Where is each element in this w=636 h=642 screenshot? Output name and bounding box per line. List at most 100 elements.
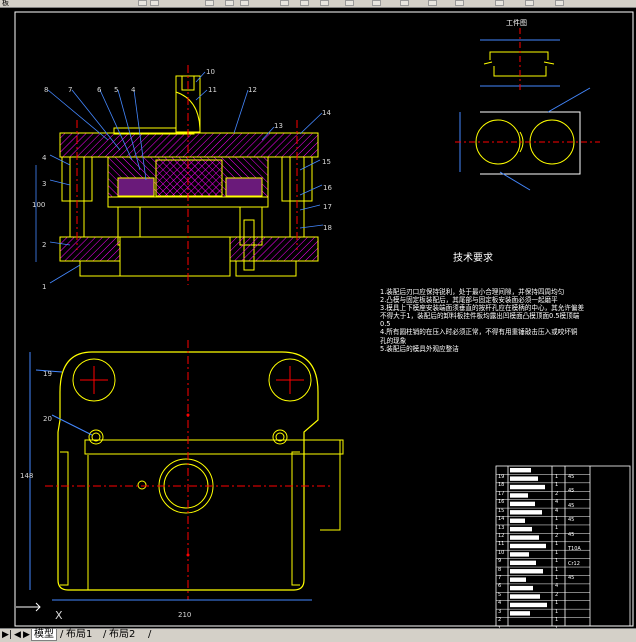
title-block-row-number: 17 (498, 490, 505, 497)
toolbar-button-6[interactable] (280, 0, 289, 6)
drawing-canvas[interactable]: 8 7 6 5 4 10 11 12 13 14 15 16 17 18 4 3… (0, 7, 636, 632)
toolbar-button-9[interactable] (345, 0, 354, 6)
dim-148: 148 (20, 472, 34, 480)
title-block-name-mark (510, 569, 543, 574)
callout-20: 20 (43, 415, 52, 423)
callout-18: 18 (323, 224, 332, 232)
tech-requirements: 技术要求 1.装配后刃口应保持锐利，处于最小合理间隙，并保持四周均匀 2.凸模与… (380, 253, 630, 353)
callout-8: 8 (44, 86, 49, 94)
tech-line-8: 5.装配后的模具外观应整洁 (380, 344, 459, 353)
title-block-name-mark (510, 577, 526, 582)
title-block-qty: 1 (555, 541, 559, 548)
callout-4-top: 4 (131, 86, 136, 94)
ucs-x-label: X (55, 609, 63, 622)
title-block-qty: 1 (555, 600, 559, 607)
toolbar-button-3[interactable] (205, 0, 214, 6)
toolbar-button-2[interactable] (150, 0, 159, 6)
toolbar-button-10[interactable] (372, 0, 381, 6)
tech-line-3: 3.模具上下模座安装端面须垂直的按杆孔应在模柄的中心，其允许偏差 (380, 304, 585, 313)
title-block-qty: 4 (555, 583, 559, 590)
section-view (59, 65, 319, 285)
part-view-title: 工件图 (506, 19, 527, 27)
title-block-material: 45 (568, 574, 575, 581)
plan-view (29, 340, 344, 601)
title-block-name-mark (510, 535, 539, 540)
tech-line-2: 2.凸模与固定板装配后，其尾部与固定板安装面必须一起磨平 (380, 296, 558, 305)
callout-11: 11 (208, 86, 217, 94)
title-block-name-mark (510, 476, 538, 481)
callout-17: 17 (323, 203, 332, 211)
tech-line-7: 孔的现象 (380, 336, 407, 345)
title-block-row-number: 12 (498, 532, 505, 539)
toolbar-button-13[interactable] (455, 0, 464, 6)
title-block-row-number: 18 (498, 482, 505, 489)
tab-nav-next-icon[interactable]: ▶ (23, 629, 30, 641)
tech-line-5: 0.5 (380, 320, 391, 329)
title-block-row-number: 10 (498, 549, 505, 556)
toolbar-button-16[interactable] (555, 0, 564, 6)
toolbar-button-11[interactable] (400, 0, 409, 6)
title-block-row-number: 8 (498, 566, 502, 573)
title-block-name-mark (510, 585, 533, 591)
tab-layout2[interactable]: 布局2 (107, 629, 137, 641)
title-block-name-mark (510, 594, 540, 599)
callout-3: 3 (42, 180, 47, 188)
title-block-qty: 2 (555, 490, 559, 497)
layout-tab-bar: ▶| ◀ ▶ 模型 / 布局1 / 布局2 / (0, 628, 636, 642)
title-block-row-number: 4 (498, 600, 502, 607)
tab-nav-prev-icon[interactable]: ◀ (14, 629, 21, 641)
toolbar-button-1[interactable] (138, 0, 147, 6)
toolbar-button-7[interactable] (300, 0, 309, 6)
title-block-name-mark (510, 501, 535, 507)
callout-7: 7 (68, 86, 73, 94)
title-block-qty: 1 (555, 524, 559, 531)
title-block-material: 45 (568, 488, 575, 495)
title-block-rows (496, 468, 590, 618)
callout-19: 19 (43, 370, 52, 378)
callout-5: 5 (114, 86, 119, 94)
toolbar-button-12[interactable] (428, 0, 437, 6)
title-block-row-number: 6 (498, 583, 502, 590)
title-block-qty: 1 (555, 608, 559, 615)
toolbar-button-4[interactable] (225, 0, 234, 6)
callout-14: 14 (322, 109, 331, 117)
title-block-qty: 1 (555, 617, 559, 624)
tech-line-1: 1.装配后刃口应保持锐利，处于最小合理间隙，并保持四周均匀 (380, 288, 565, 296)
toolbar-button-14[interactable] (495, 0, 504, 6)
tab-model[interactable]: 模型 (31, 629, 57, 641)
tab-nav-first-icon[interactable]: ▶| (2, 629, 12, 641)
title-block-name-mark (510, 552, 529, 557)
title-block-row-number: 5 (498, 591, 502, 598)
callout-16: 16 (323, 184, 332, 192)
callout-13: 13 (274, 122, 283, 130)
title-block-material: Cr12 (568, 560, 580, 567)
title-block-row-number: 13 (498, 524, 505, 531)
title-block-qty: 1 (555, 516, 559, 523)
title-block-row-number: 19 (498, 474, 505, 480)
toolbar-button-5[interactable] (240, 0, 249, 6)
callout-12: 12 (248, 86, 257, 94)
title-block-qty: 2 (555, 532, 559, 539)
callout-1: 1 (42, 283, 47, 291)
title-block-qty: 1 (555, 549, 559, 556)
callout-15: 15 (322, 158, 331, 166)
title-block-material: 45 (568, 502, 575, 509)
title-block-name-mark (510, 560, 536, 566)
title-block-row-number: 15 (498, 507, 505, 514)
title-block-row-number: 9 (498, 558, 502, 565)
toolbar-button-15[interactable] (525, 0, 534, 6)
toolbar-button-8[interactable] (320, 0, 329, 6)
title-block-material: 45 (568, 517, 575, 524)
title-block-row-number: 2 (498, 617, 502, 624)
part-view (455, 28, 600, 191)
title-block-name-mark (510, 493, 528, 498)
dim-100: 100 (32, 201, 46, 209)
title-block-name-mark (510, 468, 531, 473)
tech-line-6: 4.所有圆柱销的在压入时必须正常，不得有用重锤敲击压入或咬坏铜 (380, 328, 578, 337)
title-block-qty: 1 (555, 566, 559, 573)
ucs-icon (16, 602, 41, 612)
title-block-qty: 1 (555, 558, 559, 565)
title-block-row-number: 14 (498, 516, 505, 523)
tab-layout1[interactable]: 布局1 (64, 629, 94, 641)
title-block-row-number: 7 (498, 575, 502, 582)
